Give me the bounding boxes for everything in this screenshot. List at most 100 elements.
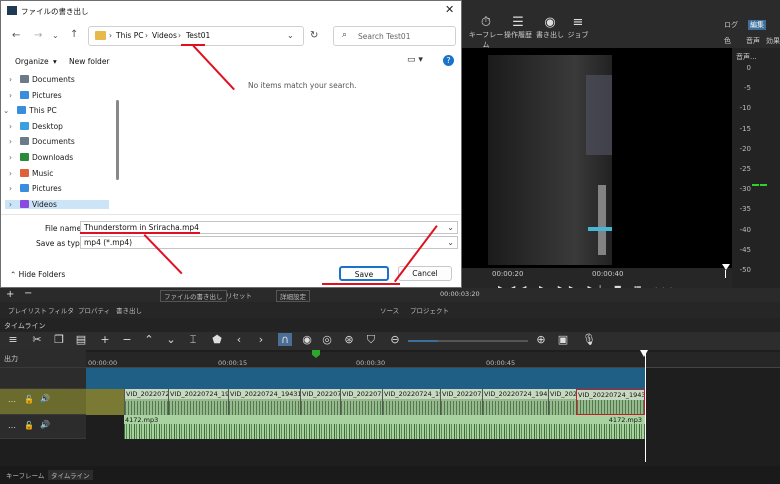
breadcrumb-test01[interactable]: Test01 <box>186 31 210 40</box>
tab-project[interactable]: プロジェクト <box>410 305 449 315</box>
tab-playlist[interactable]: プレイリスト <box>8 305 47 315</box>
ripple-markers-icon[interactable]: ⛉ <box>364 333 378 347</box>
video-clip[interactable]: VID_20220724_19431 <box>228 389 300 415</box>
forward-icon[interactable]: → <box>34 30 42 41</box>
tab-color[interactable]: 色 <box>724 36 731 46</box>
tab-edit[interactable]: 編集 <box>748 20 766 30</box>
ripple-icon[interactable]: ◎ <box>320 333 334 346</box>
breadcrumb-this-pc[interactable]: This PC <box>116 31 143 40</box>
zoom-slider[interactable] <box>408 340 528 342</box>
video-clip[interactable]: VID_202 <box>548 389 576 415</box>
tab-source[interactable]: ソース <box>380 305 399 315</box>
menu-icon[interactable]: ≡ <box>6 333 20 346</box>
overwrite-icon[interactable]: ⌄ <box>164 333 178 346</box>
chevron-down-icon[interactable]: ⌄ <box>287 31 294 40</box>
chevron-right-icon[interactable]: › <box>9 184 12 193</box>
lift-icon[interactable]: ⌃ <box>142 333 156 346</box>
chevron-right-icon[interactable]: › <box>9 75 12 84</box>
breadcrumb-videos[interactable]: Videos <box>152 31 177 40</box>
video-clip[interactable]: VID_2022072 <box>440 389 482 415</box>
dialog-titlebar[interactable]: ファイルの書き出し ✕ <box>1 1 461 21</box>
help-icon[interactable]: ? <box>443 55 454 66</box>
chevron-right-icon[interactable]: › <box>9 122 12 131</box>
add-icon[interactable]: + <box>6 289 14 300</box>
snap-icon[interactable]: ∩ <box>278 333 292 346</box>
hide-folders-button[interactable]: ⌃ Hide Folders <box>10 270 65 279</box>
organize-button[interactable]: Organize <box>15 57 49 66</box>
chevron-right-icon[interactable]: › <box>9 200 12 209</box>
zoom-fit-icon[interactable]: ▣ <box>556 333 570 346</box>
nav-item-documents[interactable]: › Documents <box>9 137 75 146</box>
nav-item-music[interactable]: › Music <box>9 168 53 178</box>
save-button[interactable]: Save <box>339 266 389 281</box>
close-icon[interactable]: ✕ <box>445 3 454 16</box>
playhead-marker[interactable] <box>722 264 730 270</box>
speaker-icon[interactable]: 🔊 <box>40 420 50 429</box>
lock-icon[interactable]: 🔓 <box>24 421 34 430</box>
back-icon[interactable]: ← <box>12 30 20 41</box>
video-clip[interactable]: VID_2022072 <box>124 389 168 415</box>
chevron-right-icon[interactable]: › <box>9 153 12 162</box>
next-marker-icon[interactable]: › <box>254 333 268 346</box>
video-clip[interactable]: VID_20220724_1943 <box>576 389 645 415</box>
ripple-all-icon[interactable]: ⊛ <box>342 333 356 346</box>
paste-icon[interactable]: ▤ <box>74 333 88 346</box>
chevron-down-icon[interactable]: ⌄ <box>3 106 9 115</box>
tab-properties[interactable]: プロパティ <box>78 305 110 315</box>
video-clip[interactable]: VID_20220724_19431 <box>482 389 548 415</box>
nav-item-videos[interactable]: › Videos <box>5 199 109 209</box>
in-marker[interactable] <box>312 350 320 358</box>
lock-icon[interactable]: 🔓 <box>24 395 34 404</box>
tab-export[interactable]: 書き出し <box>116 305 142 315</box>
nav-item-downloads[interactable]: › Downloads <box>9 153 73 162</box>
tab-timeline[interactable]: タイムライン <box>48 470 93 480</box>
timeline-playhead[interactable] <box>640 350 648 357</box>
nav-item-this-pc[interactable]: ⌄ This PC <box>3 106 57 115</box>
up-icon[interactable]: ↑ <box>70 29 78 40</box>
advanced-button[interactable]: 詳細設定 <box>276 290 310 302</box>
append-icon[interactable]: + <box>98 333 112 346</box>
chevron-down-icon[interactable]: ⌄ <box>447 222 454 233</box>
zoom-in-icon[interactable]: ⊕ <box>534 333 548 346</box>
video-clip[interactable]: VID_20220724_194 <box>382 389 440 415</box>
recent-chevron-icon[interactable]: ⌄ <box>52 31 59 40</box>
audio-clip[interactable]: 4172.mp3 4172.mp3 <box>124 415 645 439</box>
tab-keyframes[interactable]: キーフレーム <box>6 470 44 480</box>
split-icon[interactable]: ⌶ <box>186 333 200 347</box>
background-track[interactable] <box>86 368 645 389</box>
address-bar[interactable]: › This PC › Videos › Test01 ⌄ <box>88 26 304 46</box>
tab-filter[interactable]: フィルタ <box>48 305 74 315</box>
tab-log[interactable]: ログ <box>724 20 738 30</box>
toolbar-jobs-button[interactable]: ≡ ジョブ <box>558 16 598 40</box>
video-clip[interactable]: VID_20220724 <box>300 389 340 415</box>
save-type-select[interactable]: mp4 (*.mp4) ⌄ <box>80 236 458 249</box>
remove-icon[interactable]: − <box>24 288 32 299</box>
export-file-button[interactable]: ファイルの書き出し <box>160 290 227 302</box>
cut-icon[interactable]: ✂ <box>30 333 44 346</box>
nav-item-documents[interactable]: › Documents <box>9 75 75 84</box>
timeline-ruler[interactable]: 00:00:00 00:00:15 00:00:30 00:00:45 <box>86 350 780 368</box>
chevron-right-icon[interactable]: › <box>9 169 12 178</box>
video-clip[interactable]: VID_20220724_194 <box>168 389 228 415</box>
chevron-right-icon[interactable]: › <box>9 137 12 146</box>
prev-marker-icon[interactable]: ‹ <box>232 333 246 346</box>
speaker-icon[interactable]: 🔊 <box>40 394 50 403</box>
new-folder-button[interactable]: New folder <box>69 57 110 66</box>
record-audio-icon[interactable]: 🎙 <box>582 333 596 346</box>
reset-button[interactable]: リセット <box>226 290 252 300</box>
chevron-right-icon[interactable]: › <box>9 91 12 100</box>
remove-clip-icon[interactable]: − <box>120 333 134 346</box>
video-clip[interactable]: VID_2022072 <box>340 389 382 415</box>
view-icon[interactable]: ▭ ▾ <box>407 55 423 65</box>
nav-item-pictures[interactable]: › Pictures <box>9 184 62 193</box>
refresh-icon[interactable]: ↻ <box>310 30 318 41</box>
search-box[interactable]: ⌕ Search Test01 <box>333 26 456 46</box>
zoom-out-icon[interactable]: ⊖ <box>388 333 402 346</box>
tab-effects[interactable]: 効果 <box>766 36 780 46</box>
copy-icon[interactable]: ❐ <box>52 333 66 346</box>
nav-item-pictures[interactable]: › Pictures <box>9 90 62 100</box>
nav-scrollbar[interactable] <box>116 100 119 180</box>
scrub-icon[interactable]: ◉ <box>300 333 314 346</box>
tab-audio[interactable]: 音声 <box>746 36 760 46</box>
nav-item-desktop[interactable]: › Desktop <box>9 121 63 131</box>
